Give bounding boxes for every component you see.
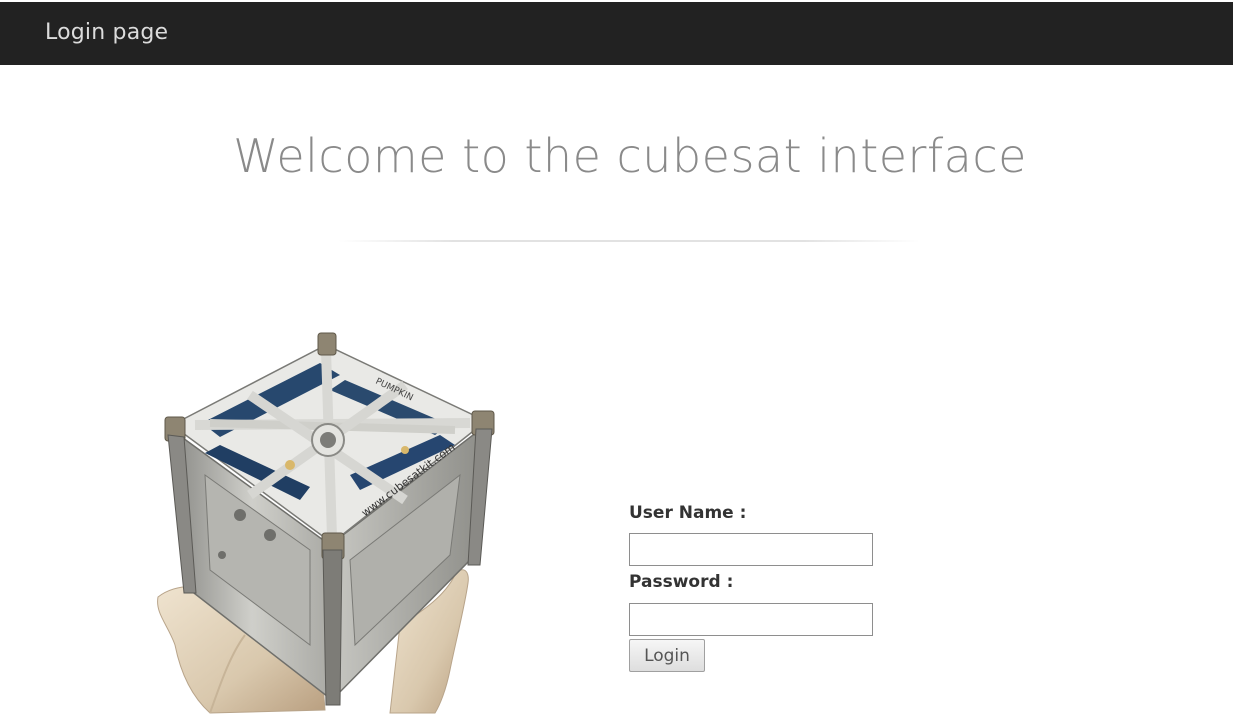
password-label: Password : <box>629 572 734 592</box>
navbar-brand[interactable]: Login page <box>45 19 168 47</box>
cubesat-image: PUMPKIN www.cubesatkit.com <box>157 332 495 714</box>
navbar: Login page <box>0 2 1233 65</box>
page-title: Welcome to the cubesat interface <box>233 129 1027 183</box>
title-divider <box>338 240 920 242</box>
password-input[interactable] <box>629 603 873 636</box>
username-input[interactable] <box>629 533 873 566</box>
login-button[interactable]: Login <box>629 639 705 672</box>
username-label: User Name : <box>629 503 747 523</box>
